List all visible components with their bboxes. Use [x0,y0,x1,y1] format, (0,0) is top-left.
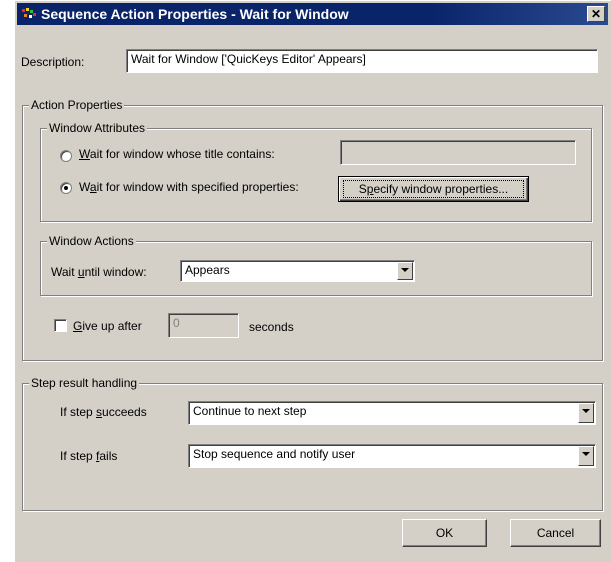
if-fails-dropdown-button[interactable] [578,446,594,466]
quickeys-app-icon [22,8,36,18]
chevron-down-icon [582,452,590,456]
window-title: Sequence Action Properties - Wait for Wi… [41,6,349,22]
specify-window-properties-button[interactable]: Specify window properties... [338,176,529,202]
if-fails-dropdown[interactable]: Stop sequence and notify user [188,444,596,468]
give-up-seconds-field[interactable]: 0 [168,313,239,338]
chevron-down-icon [582,409,590,413]
give-up-label[interactable]: Give up after [73,319,142,333]
chevron-down-icon [401,268,409,272]
action-properties-label: Action Properties [29,98,125,112]
window-actions-label: Window Actions [47,234,136,248]
if-succeeds-value: Continue to next step [193,404,307,418]
cancel-button[interactable]: Cancel [510,519,601,547]
wait-until-dropdown[interactable]: Appears [180,260,415,282]
close-icon: ✕ [590,7,602,21]
radio-specified-properties[interactable] [60,182,72,194]
wait-until-label: Wait until window: [51,265,147,279]
title-bar[interactable]: Sequence Action Properties - Wait for Wi… [17,3,608,25]
close-button[interactable]: ✕ [587,6,605,22]
wait-until-value: Appears [185,263,230,277]
radio-title-contains-label[interactable]: Wait for window whose title contains: [79,147,275,161]
radio-title-contains[interactable] [60,150,72,162]
description-label: Description: [21,55,85,69]
dialog-window: Sequence Action Properties - Wait for Wi… [14,0,611,562]
if-fails-label: If step fails [60,449,118,463]
give-up-seconds-value: 0 [173,316,180,330]
give-up-checkbox[interactable] [54,319,67,332]
if-succeeds-label: If step succeeds [60,405,147,419]
if-succeeds-dropdown[interactable]: Continue to next step [188,401,596,425]
wait-until-dropdown-button[interactable] [397,262,413,280]
seconds-label: seconds [249,320,294,334]
title-contains-field[interactable] [340,140,576,165]
description-value: Wait for Window ['QuicKeys Editor' Appea… [131,52,366,66]
description-field[interactable]: Wait for Window ['QuicKeys Editor' Appea… [126,49,598,73]
radio-selected-dot [64,186,68,190]
if-fails-value: Stop sequence and notify user [193,447,356,461]
window-attributes-label: Window Attributes [47,121,148,135]
radio-specified-properties-label[interactable]: Wait for window with specified propertie… [79,180,299,194]
if-succeeds-dropdown-button[interactable] [578,403,594,423]
ok-button[interactable]: OK [402,519,487,547]
step-result-label: Step result handling [29,376,140,390]
